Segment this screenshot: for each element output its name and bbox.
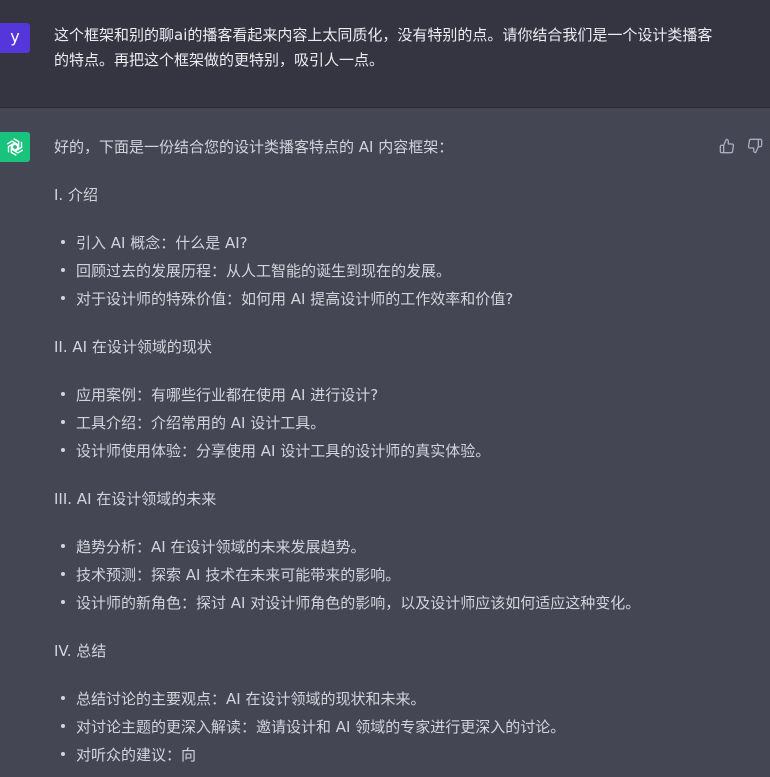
user-message-text: 这个框架和别的聊ai的播客看起来内容上太同质化，没有特别的点。请你结合我们是一个… bbox=[54, 26, 713, 69]
list-item-text: 工具介绍：介绍常用的 AI 设计工具。 bbox=[76, 414, 326, 432]
bullet-dot bbox=[61, 392, 65, 396]
openai-logo-icon bbox=[0, 132, 30, 162]
user-message-row: y 这个框架和别的聊ai的播客看起来内容上太同质化，没有特别的点。请你结合我们是… bbox=[0, 0, 770, 108]
list-item-text: 引入 AI 概念：什么是 AI? bbox=[76, 234, 248, 252]
list-item-text: 趋势分析：AI 在设计领域的未来发展趋势。 bbox=[76, 538, 366, 556]
section-heading: IV. 总结 bbox=[54, 642, 107, 660]
bullet-dot bbox=[61, 420, 65, 424]
user-avatar: y bbox=[0, 23, 30, 53]
bullet-dot bbox=[61, 544, 65, 548]
assistant-intro: 好的，下面是一份结合您的设计类播客特点的 AI 内容框架： bbox=[54, 138, 454, 156]
list-item-text: 技术预测：探索 AI 技术在未来可能带来的影响。 bbox=[76, 566, 401, 584]
bullet-dot bbox=[61, 696, 65, 700]
bullet-dot bbox=[61, 296, 65, 300]
bullet-dot bbox=[61, 572, 65, 576]
bullet-dot bbox=[61, 268, 65, 272]
list-item-text: 设计师使用体验：分享使用 AI 设计工具的设计师的真实体验。 bbox=[76, 442, 491, 460]
list-item-text: 总结讨论的主要观点：AI 在设计领域的现状和未来。 bbox=[76, 690, 426, 708]
bullet-dot bbox=[61, 752, 65, 756]
section-heading: II. AI 在设计领域的现状 bbox=[54, 338, 212, 356]
list-item-text: 设计师的新角色：探讨 AI 对设计师角色的影响，以及设计师应该如何适应这种变化。 bbox=[76, 594, 641, 612]
bullet-dot bbox=[61, 240, 65, 244]
section-heading: III. AI 在设计领域的未来 bbox=[54, 490, 217, 508]
bullet-dot bbox=[61, 600, 65, 604]
bullet-dot bbox=[61, 448, 65, 452]
thumbs-down-icon[interactable] bbox=[745, 136, 765, 156]
section-heading: I. 介绍 bbox=[54, 186, 98, 204]
list-item-text: 回顾过去的发展历程：从人工智能的诞生到现在的发展。 bbox=[76, 262, 452, 280]
list-item-text: 对讨论主题的更深入解读：邀请设计和 AI 领域的专家进行更深入的讨论。 bbox=[76, 718, 566, 736]
bullet-dot bbox=[61, 724, 65, 728]
list-item-text: 应用案例：有哪些行业都在使用 AI 进行设计? bbox=[76, 386, 379, 404]
list-item-text: 对听众的建议：向 bbox=[76, 746, 197, 764]
list-item-text: 对于设计师的特殊价值：如何用 AI 提高设计师的工作效率和价值? bbox=[76, 290, 514, 308]
assistant-message-row: 好的，下面是一份结合您的设计类播客特点的 AI 内容框架： I. 介绍 引入 A… bbox=[0, 108, 770, 777]
